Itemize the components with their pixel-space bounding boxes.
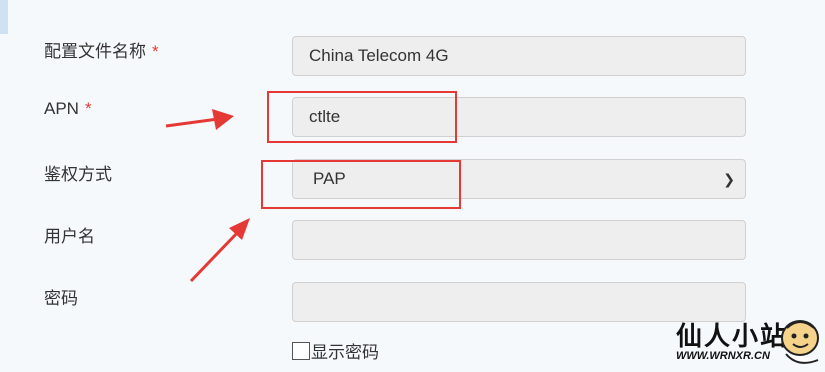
- arrow-icon: [165, 109, 234, 130]
- page: 配置文件名称 * China Telecom 4G APN * ctlte 鉴权方式…: [0, 0, 825, 372]
- arrow-icon: [189, 218, 250, 283]
- watermark-logo: 仙人小站 WWW.WRNXR.CN: [676, 316, 825, 372]
- mascot-icon: [781, 320, 819, 364]
- watermark-url: WWW.WRNXR.CN: [676, 350, 770, 362]
- watermark-title: 仙人小站: [676, 321, 789, 351]
